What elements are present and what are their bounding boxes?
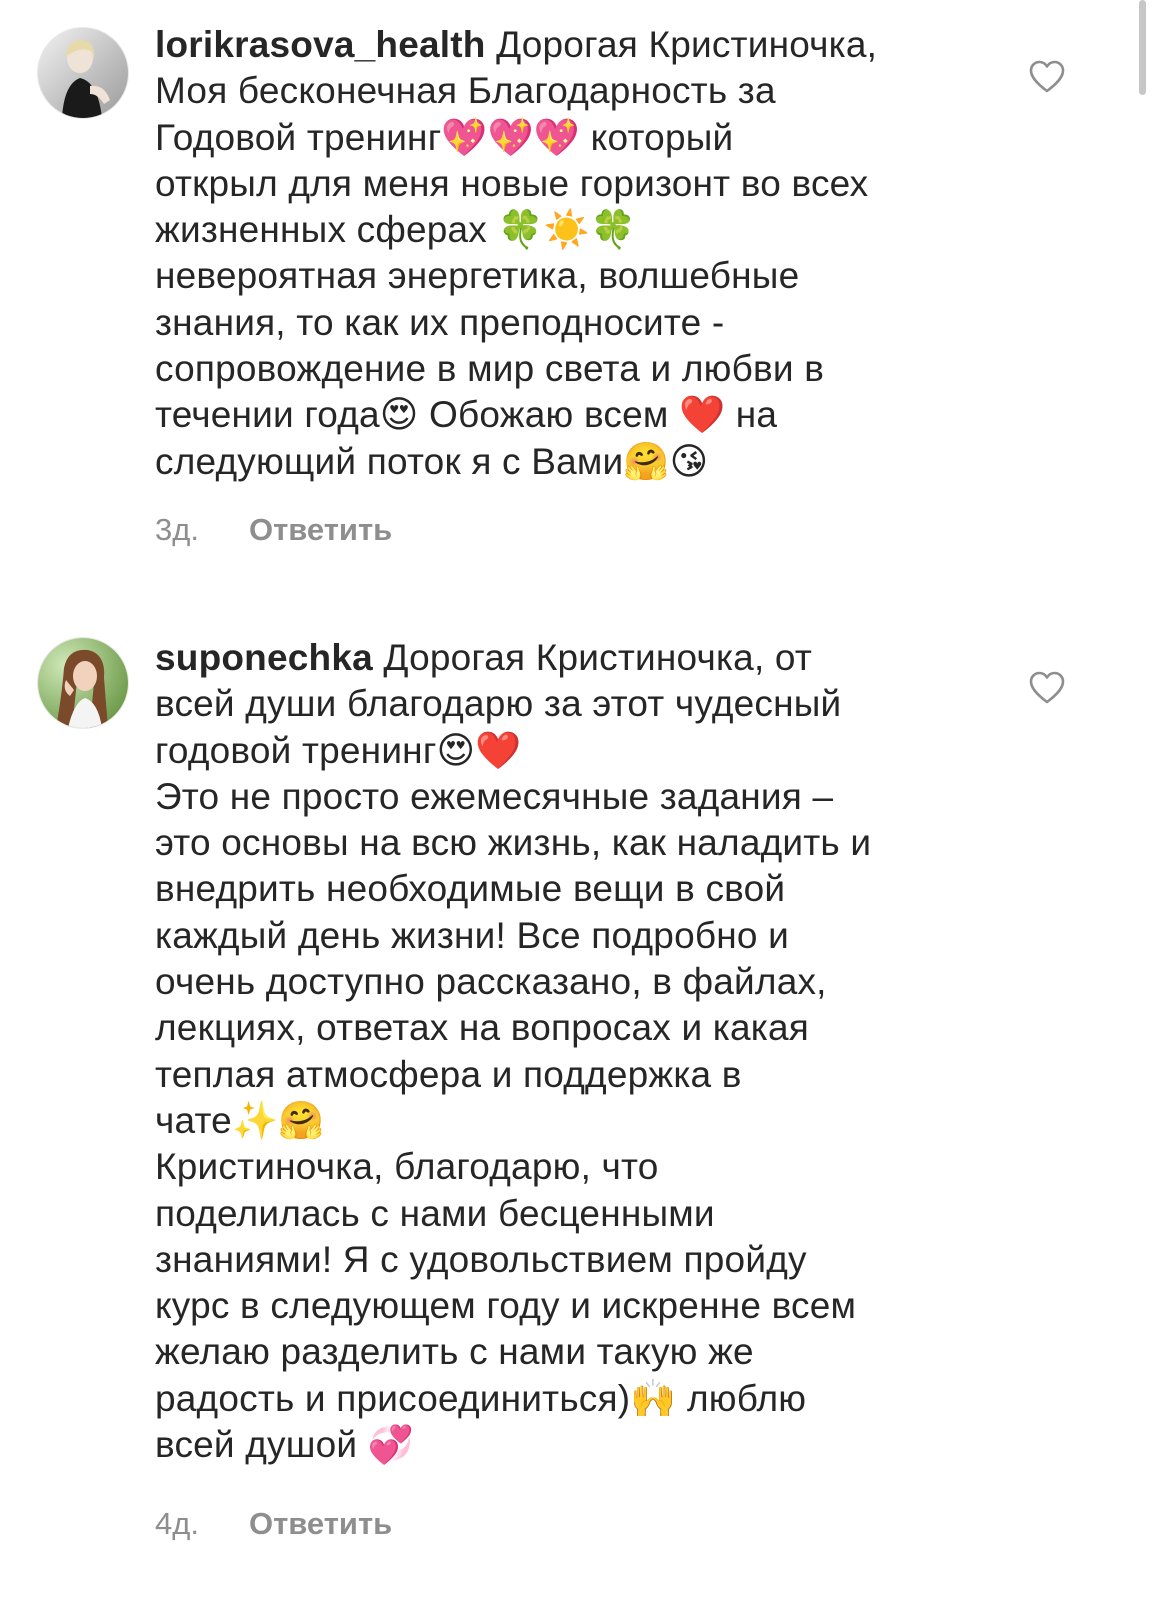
username[interactable]: lorikrasova_health [155,24,486,65]
reply-button[interactable]: Ответить [249,512,392,548]
comment-line: радость и присоединиться)🙌 люблю [155,1377,807,1419]
comment-line: течении года😍 Обожаю всем ❤️ на [155,394,778,436]
comment-line: это основы на всю жизнь, как наладить и [155,822,872,864]
comment-text: lorikrasova_health Дорогая Кристиночка, … [155,22,1005,485]
comment-line: открыл для меня новые горизонт во всех [155,162,869,204]
comment-time: 4д. [155,1506,199,1541]
scrollbar[interactable] [1139,0,1146,95]
comment-line: желаю разделить с нами такую же [155,1331,754,1373]
comment-line-text: Дорогая Кристиночка, от [383,637,813,678]
comment-text: suponechka Дорогая Кристиночка, от всей … [155,635,1005,1468]
reply-button[interactable]: Ответить [249,1506,392,1542]
comment-line: suponechka Дорогая Кристиночка, от [155,635,1005,681]
comment-line-text: Дорогая Кристиночка, [496,24,878,65]
comment-line: годовой тренинг😍❤️ [155,729,522,771]
comment-line: Моя бесконечная Благодарность за [155,70,776,112]
comment-line: Кристиночка, благодарю, что [155,1146,659,1188]
comment-time: 3д. [155,512,199,547]
comment-meta: 3д. Ответить [155,512,392,548]
comment-line: Годовой тренинг💖💖💖 который [155,116,734,158]
avatar-image [38,638,128,728]
username[interactable]: suponechka [155,637,373,678]
comment-line: знания, то как их преподносите - [155,301,725,343]
comment-line: Это не просто ежемесячные задания – [155,775,834,817]
comment-line: lorikrasova_health Дорогая Кристиночка, [155,22,1005,68]
avatar[interactable] [37,27,129,119]
avatar-image [38,28,128,118]
comment-line: каждый день жизни! Все подробно и [155,914,789,956]
comment-line: теплая атмосфера и поддержка в [155,1053,742,1095]
avatar[interactable] [37,637,129,729]
comment-line: всей душой 💞 [155,1424,415,1466]
comment-line: чате✨🤗 [155,1099,325,1141]
comment-line: невероятная энергетика, волшебные [155,255,800,297]
comment-meta: 4д. Ответить [155,1506,392,1542]
comment-line: внедрить необходимые вещи в свой [155,868,786,910]
comment-line: поделилась с нами бесценными [155,1192,715,1234]
like-heart-icon[interactable] [1029,60,1065,94]
comment-line: жизненных сферах 🍀☀️🍀 [155,209,637,251]
comment-line: знаниями! Я с удовольствием пройду [155,1238,807,1280]
comment-line: всей души благодарю за этот чудесный [155,683,842,725]
comment-line: очень доступно рассказано, в файлах, [155,961,827,1003]
like-heart-icon[interactable] [1029,671,1065,705]
comment-line: следующий поток я с Вами🤗😘 [155,440,709,482]
comment-line: курс в следующем году и искренне всем [155,1285,857,1327]
comment-line: лекциях, ответах на вопросах и какая [155,1007,809,1049]
comment-line: сопровождение в мир света и любви в [155,348,825,390]
